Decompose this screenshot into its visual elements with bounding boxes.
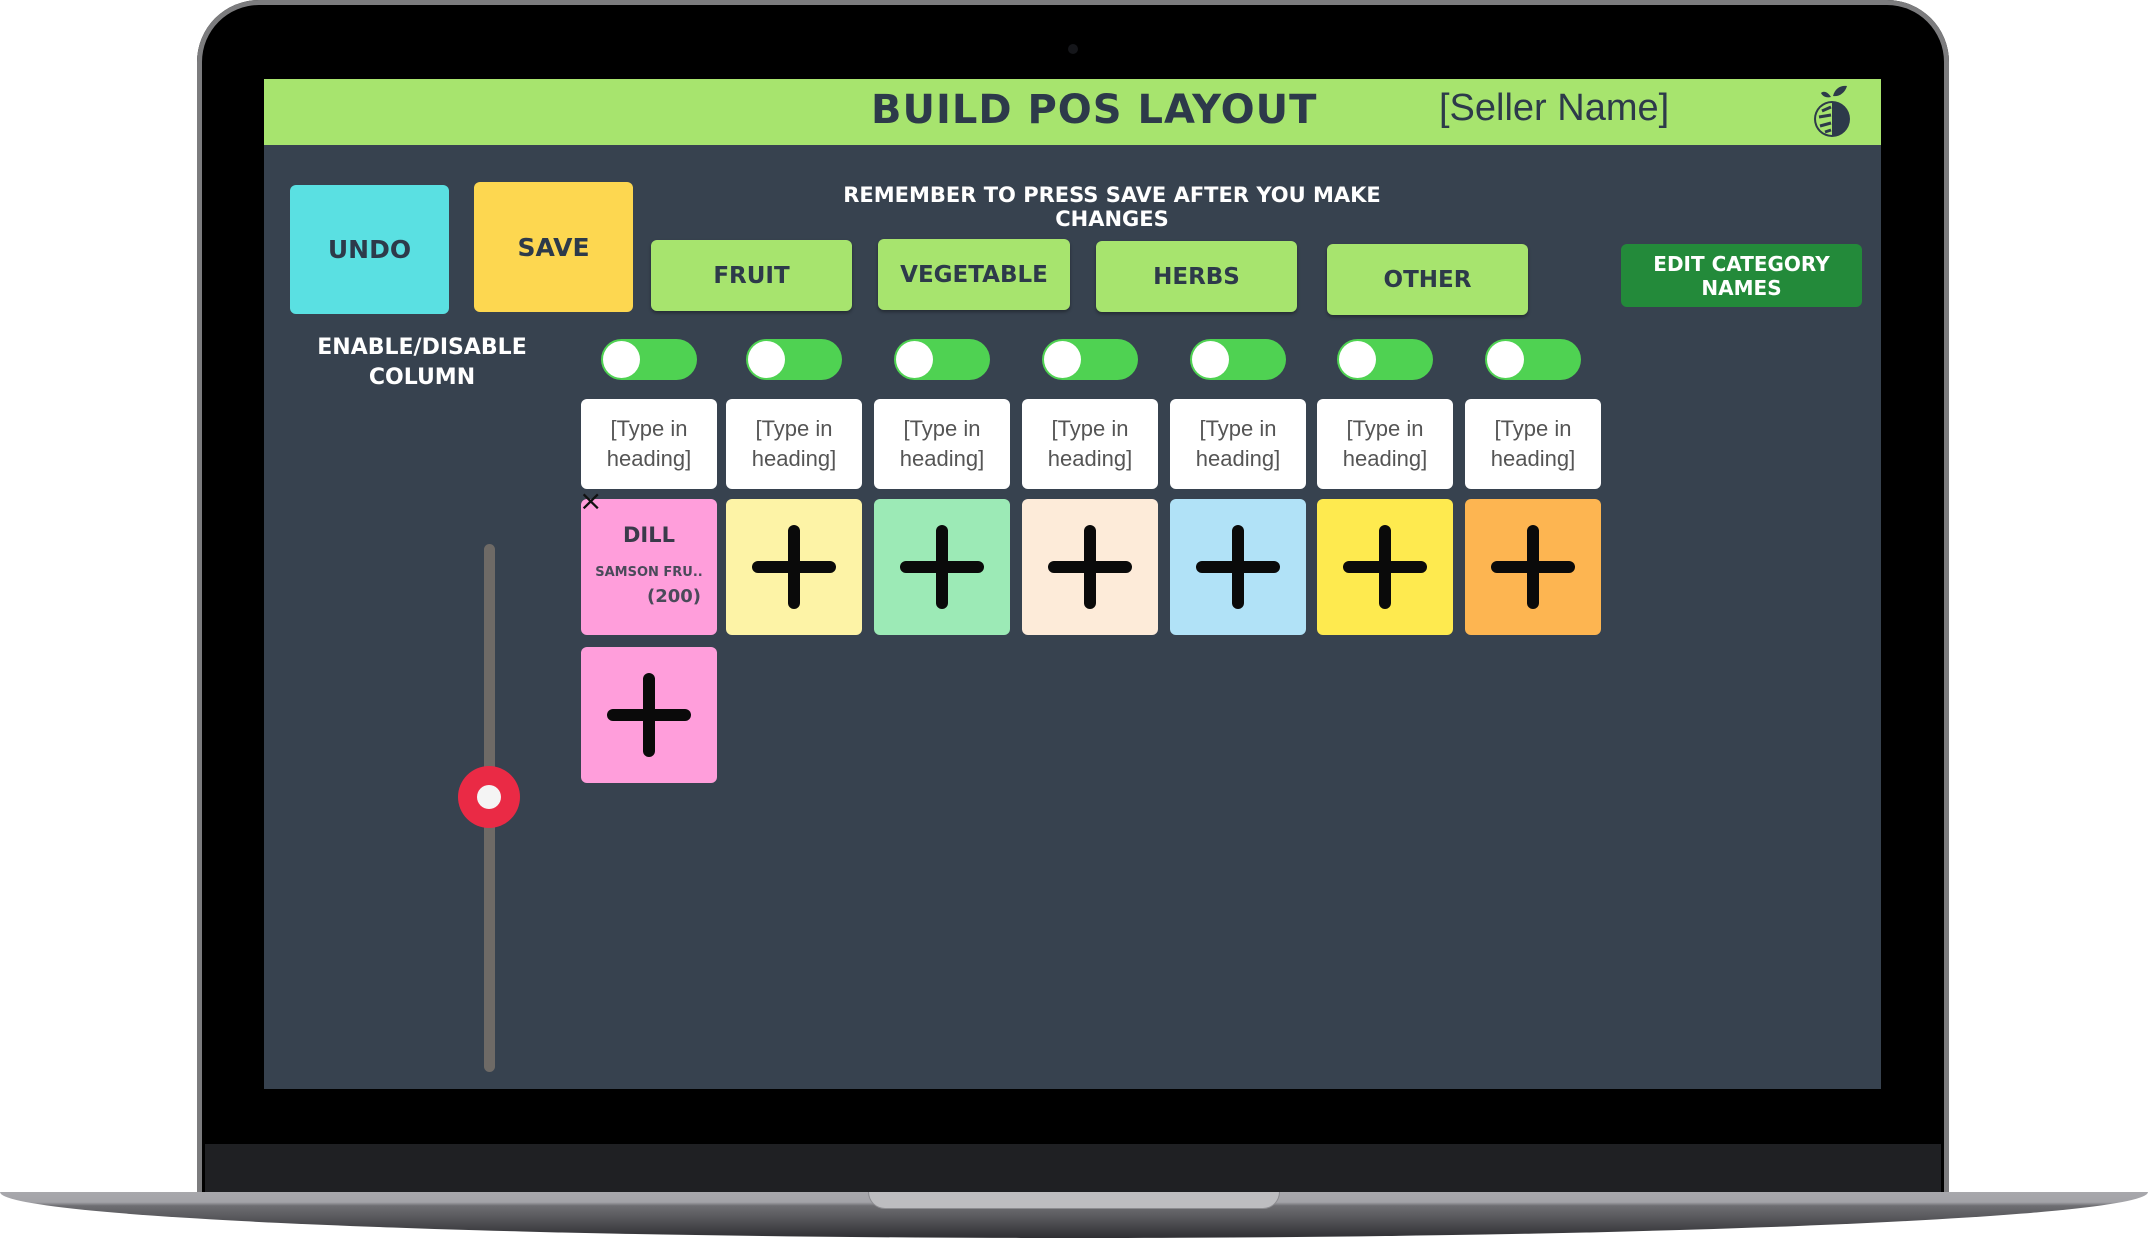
- app-screen: BUILD POS LAYOUT [Seller Name] UNDO SAVE…: [264, 79, 1881, 1089]
- seller-name: [Seller Name]: [1439, 87, 1670, 129]
- column-heading-input[interactable]: [Type in heading]: [1170, 399, 1306, 489]
- toggle-knob: [896, 341, 933, 378]
- camera-icon: [1068, 44, 1078, 54]
- column-heading-input[interactable]: [Type in heading]: [874, 399, 1010, 489]
- item-name: DILL: [622, 523, 675, 547]
- add-item-button[interactable]: [1465, 499, 1601, 635]
- plus-icon: [1343, 525, 1427, 609]
- category-vegetable-button[interactable]: VEGETABLE: [878, 239, 1070, 310]
- save-button[interactable]: SAVE: [474, 182, 633, 312]
- category-other-button[interactable]: OTHER: [1327, 244, 1528, 315]
- close-icon[interactable]: ×: [579, 487, 602, 515]
- column-toggle[interactable]: [746, 339, 842, 380]
- column-toggle[interactable]: [1190, 339, 1286, 380]
- category-fruit-button[interactable]: FRUIT: [651, 240, 852, 311]
- add-item-button[interactable]: [1317, 499, 1453, 635]
- add-item-button[interactable]: [726, 499, 862, 635]
- add-item-button[interactable]: [1170, 499, 1306, 635]
- toggle-knob: [748, 341, 785, 378]
- plus-icon: [607, 673, 691, 757]
- column-heading-input[interactable]: [Type in heading]: [1022, 399, 1158, 489]
- save-reminder: REMEMBER TO PRESS SAVE AFTER YOU MAKE CH…: [843, 183, 1381, 231]
- column-toggle[interactable]: [1485, 339, 1581, 380]
- toggle-knob: [1487, 341, 1524, 378]
- column-heading-input[interactable]: [Type in heading]: [726, 399, 862, 489]
- laptop-chin: [205, 1144, 1941, 1196]
- item-quantity: (200): [646, 586, 701, 607]
- toggle-knob: [1192, 341, 1229, 378]
- column-heading-input[interactable]: [Type in heading]: [1317, 399, 1453, 489]
- edit-category-names-button[interactable]: EDIT CATEGORY NAMES: [1621, 244, 1862, 307]
- plus-icon: [1048, 525, 1132, 609]
- add-item-button[interactable]: [581, 647, 717, 783]
- scroll-handle[interactable]: [458, 766, 520, 829]
- page-title: BUILD POS LAYOUT: [871, 87, 1318, 133]
- column-toggle[interactable]: [894, 339, 990, 380]
- fruit-logo-icon: [1814, 85, 1850, 137]
- undo-button[interactable]: UNDO: [290, 185, 449, 314]
- plus-icon: [1491, 525, 1575, 609]
- laptop-notch: [868, 1192, 1280, 1209]
- column-toggle[interactable]: [601, 339, 697, 380]
- plus-icon: [900, 525, 984, 609]
- plus-icon: [1196, 525, 1280, 609]
- add-item-button[interactable]: [874, 499, 1010, 635]
- plus-icon: [752, 525, 836, 609]
- toggle-knob: [1339, 341, 1376, 378]
- add-item-button[interactable]: [1022, 499, 1158, 635]
- item-vendor: SAMSON FRU..: [595, 565, 703, 580]
- app-header: BUILD POS LAYOUT [Seller Name]: [264, 79, 1881, 145]
- column-heading-input[interactable]: [Type in heading]: [1465, 399, 1601, 489]
- category-herbs-button[interactable]: HERBS: [1096, 241, 1297, 312]
- column-heading-input[interactable]: [Type in heading]: [581, 399, 717, 489]
- toggle-knob: [1044, 341, 1081, 378]
- enable-disable-label: ENABLE/DISABLE COLUMN: [317, 335, 527, 390]
- toggle-knob: [603, 341, 640, 378]
- item-tile[interactable]: × DILL SAMSON FRU.. (200): [579, 487, 717, 635]
- column-toggle[interactable]: [1042, 339, 1138, 380]
- column-toggle[interactable]: [1337, 339, 1433, 380]
